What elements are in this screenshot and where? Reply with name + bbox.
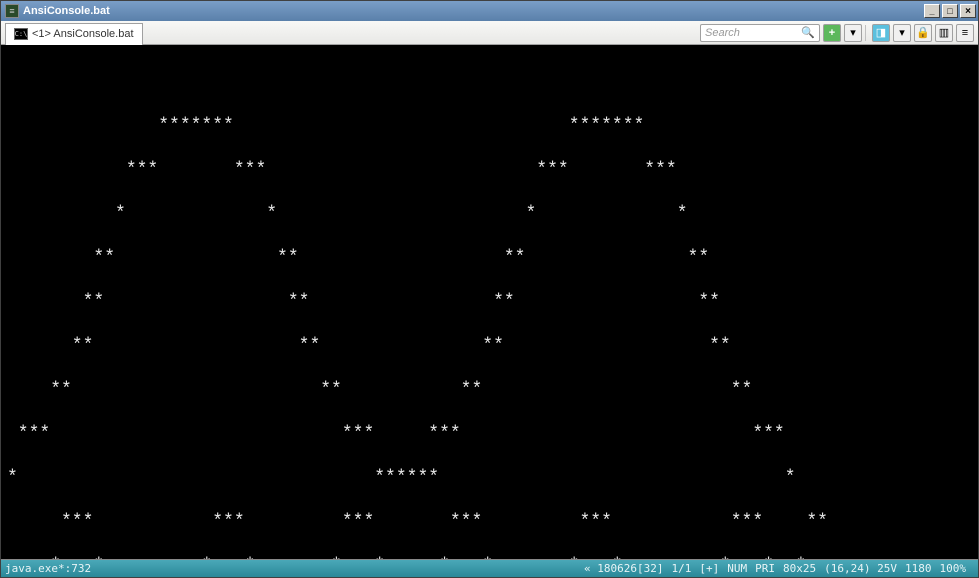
close-button[interactable]: × [960, 4, 976, 18]
search-input[interactable]: Search 🔍 [700, 24, 820, 42]
window-title: AnsiConsole.bat [23, 5, 922, 17]
terminal-line: *** *** *** *** [7, 423, 972, 445]
terminal-line: * * * * [7, 203, 972, 225]
terminal-line: ** ** ** ** [7, 379, 972, 401]
status-process: java.exe*:732 [5, 562, 91, 575]
layout-button[interactable]: ▥ [935, 24, 953, 42]
status-segment: 1/1 [672, 562, 692, 575]
terminal-line: * * * * * * * * * * * * * [7, 555, 972, 559]
app-icon: ≡ [5, 4, 19, 18]
terminal-line: ******* ******* [7, 115, 972, 137]
status-dimensions: 80x25 [783, 562, 816, 575]
dropdown-button-2[interactable]: ▾ [893, 24, 911, 42]
status-segment: « 180626[32] [584, 562, 663, 575]
terminal-line: ** ** ** ** [7, 335, 972, 357]
terminal-output[interactable]: ******* ******* *** *** *** *** * * * * … [1, 45, 978, 559]
status-segment: [+] [699, 562, 719, 575]
toolbar: C:\ <1> AnsiConsole.bat Search 🔍 + ▾ ◨ ▾… [1, 21, 978, 45]
terminal-line [7, 71, 972, 93]
maximize-button[interactable]: □ [942, 4, 958, 18]
terminal-line: * ****** * [7, 467, 972, 489]
add-button[interactable]: + [823, 24, 841, 42]
window-titlebar: ≡ AnsiConsole.bat _ □ × [1, 1, 978, 21]
toolbar-separator [865, 25, 866, 41]
search-placeholder: Search [705, 27, 740, 39]
console-icon: C:\ [14, 28, 28, 40]
status-segment: 1180 [905, 562, 932, 575]
terminal-line: ** ** ** ** [7, 247, 972, 269]
status-cursor-pos: (16,24) 25V [824, 562, 897, 575]
tab-label: <1> AnsiConsole.bat [32, 28, 134, 40]
terminal-line: ** ** ** ** [7, 291, 972, 313]
menu-button[interactable]: ≡ [956, 24, 974, 42]
status-num-indicator: NUM [727, 562, 747, 575]
panel-button[interactable]: ◨ [872, 24, 890, 42]
terminal-line: *** *** *** *** *** *** ** [7, 511, 972, 533]
tab-ansiconsole[interactable]: C:\ <1> AnsiConsole.bat [5, 23, 143, 45]
lock-button[interactable]: 🔒 [914, 24, 932, 42]
minimize-button[interactable]: _ [924, 4, 940, 18]
status-segment: PRI [755, 562, 775, 575]
terminal-line: *** *** *** *** [7, 159, 972, 181]
dropdown-button[interactable]: ▾ [844, 24, 862, 42]
status-bar: java.exe*:732 « 180626[32] 1/1 [+] NUM P… [1, 559, 978, 577]
search-icon: 🔍 [801, 26, 815, 39]
status-zoom: 100% [940, 562, 967, 575]
